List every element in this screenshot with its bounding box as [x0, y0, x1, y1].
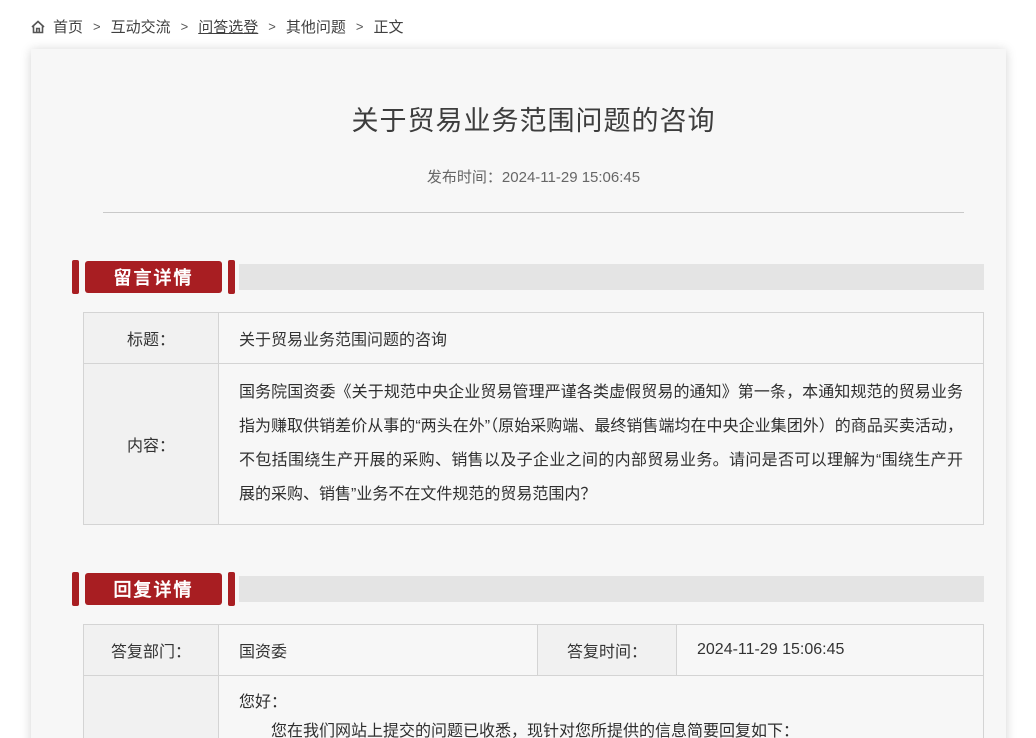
message-title-label: 标题： [84, 313, 219, 363]
section-header-reply: 回复详情 [72, 572, 984, 606]
message-content-value: 国务院国资委《关于规范中央企业贸易管理严谨各类虚假贸易的通知》第一条，本通知规范… [219, 364, 983, 524]
breadcrumb-item-home[interactable]: 首页 [53, 16, 83, 37]
breadcrumb-item-interaction[interactable]: 互动交流 [111, 16, 171, 37]
publish-time-value: 2024-11-29 15:06:45 [502, 169, 640, 186]
message-content-paragraph: 国务院国资委《关于规范中央企业贸易管理严谨各类虚假贸易的通知》第一条，本通知规范… [239, 376, 963, 512]
reply-section-badge: 回复详情 [85, 573, 222, 605]
article-card: 关于贸易业务范围问题的咨询 发布时间：2024-11-29 15:06:45 留… [31, 49, 1006, 738]
section-header-message: 留言详情 [72, 260, 984, 294]
red-bar-left [72, 260, 79, 294]
message-detail-table: 标题： 关于贸易业务范围问题的咨询 内容： 国务院国资委《关于规范中央企业贸易管… [83, 312, 984, 525]
breadcrumb-item-other[interactable]: 其他问题 [286, 16, 346, 37]
red-bar-right [228, 260, 235, 294]
red-bar-left [72, 572, 79, 606]
page-title: 关于贸易业务范围问题的咨询 [83, 49, 984, 138]
publish-time-line: 发布时间：2024-11-29 15:06:45 [83, 166, 984, 187]
breadcrumb-item-qa[interactable]: 问答选登 [198, 16, 258, 37]
message-content-label: 内容： [84, 364, 219, 524]
table-row: 回复： 您好： 您在我们网站上提交的问题已收悉，现针对您所提供的信息简要回复如下… [84, 675, 983, 738]
reply-time-value: 2024-11-29 15:06:45 [677, 625, 983, 675]
title-divider [103, 212, 964, 213]
breadcrumb-item-current: 正文 [373, 16, 403, 37]
publish-time-label: 发布时间： [427, 169, 502, 186]
reply-intro: 您在我们网站上提交的问题已收悉，现针对您所提供的信息简要回复如下： [239, 717, 963, 738]
message-title-value: 关于贸易业务范围问题的咨询 [219, 313, 983, 363]
reply-detail-table: 答复部门： 国资委 答复时间： 2024-11-29 15:06:45 回复： … [83, 624, 984, 738]
reply-greeting: 您好： [239, 688, 963, 717]
breadcrumb: 首页 > 互动交流 > 问答选登 > 其他问题 > 正文 [0, 0, 1036, 47]
section-gray-band [239, 576, 984, 602]
table-row: 标题： 关于贸易业务范围问题的咨询 [84, 313, 983, 363]
table-row: 答复部门： 国资委 答复时间： 2024-11-29 15:06:45 [84, 625, 983, 675]
table-row: 内容： 国务院国资委《关于规范中央企业贸易管理严谨各类虚假贸易的通知》第一条，本… [84, 363, 983, 524]
section-gray-band [239, 264, 984, 290]
reply-dept-value: 国资委 [219, 625, 537, 675]
reply-body-label: 回复： [84, 676, 219, 738]
message-section-badge: 留言详情 [85, 261, 222, 293]
reply-time-label: 答复时间： [537, 625, 677, 675]
breadcrumb-separator: > [181, 19, 189, 34]
red-bar-right [228, 572, 235, 606]
breadcrumb-separator: > [93, 19, 101, 34]
reply-dept-label: 答复部门： [84, 625, 219, 675]
home-icon[interactable] [30, 19, 46, 35]
reply-body-value: 您好： 您在我们网站上提交的问题已收悉，现针对您所提供的信息简要回复如下： 《关… [219, 676, 983, 738]
breadcrumb-separator: > [356, 19, 364, 34]
breadcrumb-separator: > [268, 19, 276, 34]
